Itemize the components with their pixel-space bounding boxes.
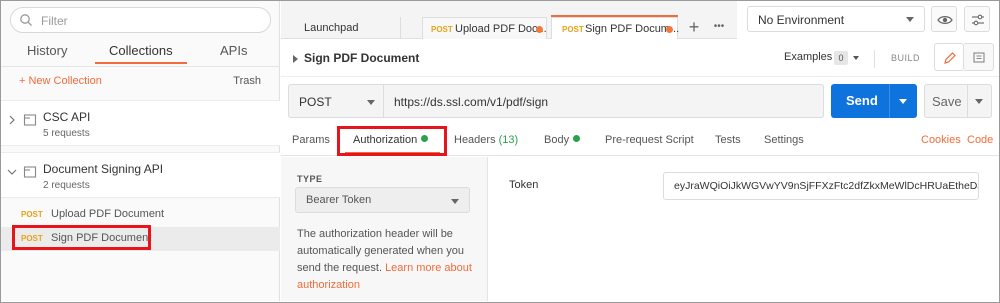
- caret-down-icon: [451, 199, 459, 204]
- sidebar: Filter History Collections APIs + New Co…: [1, 1, 280, 301]
- method-badge: POST: [21, 210, 43, 219]
- request-tab-bar: Launchpad POST Upload PDF Doc... POST Si…: [281, 1, 737, 39]
- more-tabs-button[interactable]: •••: [711, 19, 727, 35]
- url-value: https://ds.ssl.com/v1/pdf/sign: [394, 95, 549, 109]
- tab-upload-pdf[interactable]: POST Upload PDF Doc...: [422, 17, 547, 39]
- sliders-icon: [972, 14, 984, 26]
- request-title-bar: Sign PDF Document Examples 0 BUILD: [281, 40, 999, 77]
- search-icon: [20, 14, 32, 26]
- chevron-right-icon[interactable]: [7, 115, 17, 125]
- environment-value: No Environment: [758, 13, 845, 27]
- type-label: TYPE: [297, 174, 323, 184]
- collection-name: Document Signing API: [43, 162, 164, 176]
- tab-label: Upload PDF Doc...: [455, 23, 547, 35]
- send-button[interactable]: Send: [831, 84, 917, 118]
- active-tab-indicator: [95, 62, 187, 64]
- tab-settings[interactable]: Settings: [764, 134, 804, 146]
- build-label: BUILD: [891, 53, 921, 63]
- tab-body-label: Body: [544, 134, 570, 146]
- filter-placeholder: Filter: [41, 14, 68, 28]
- environment-select[interactable]: No Environment: [747, 6, 925, 32]
- tab-history[interactable]: History: [27, 43, 67, 58]
- active-tab-indicator: [551, 15, 678, 17]
- folder-icon: [23, 114, 37, 126]
- filter-search[interactable]: Filter: [10, 7, 271, 33]
- tab-prerequest-script[interactable]: Pre-request Script: [605, 134, 694, 146]
- caret-down-icon[interactable]: [853, 56, 859, 60]
- divider: [967, 85, 968, 117]
- tab-headers-label: Headers: [454, 134, 496, 146]
- chevron-down-icon[interactable]: [7, 167, 17, 177]
- edit-button[interactable]: [934, 43, 964, 71]
- token-input[interactable]: eyJraWQiOiJkWGVwYV9nSjFFXzFtc2dfZkxMeWlD…: [663, 172, 979, 200]
- method-badge: POST: [431, 25, 453, 34]
- manage-environments-button[interactable]: [964, 6, 990, 32]
- request-title: Sign PDF Document: [304, 51, 420, 65]
- url-input[interactable]: https://ds.ssl.com/v1/pdf/sign: [384, 84, 824, 118]
- expand-caret-icon[interactable]: [293, 55, 298, 63]
- unsaved-dot: [666, 26, 673, 33]
- tab-apis[interactable]: APIs: [220, 43, 247, 58]
- method-value: POST: [299, 95, 332, 109]
- highlight-box: [12, 225, 151, 250]
- pencil-icon: [944, 52, 956, 64]
- comments-button[interactable]: [964, 43, 994, 71]
- collection-name: CSC API: [43, 110, 91, 124]
- auth-type-value: Bearer Token: [306, 194, 372, 206]
- tab-collections[interactable]: Collections: [109, 43, 173, 58]
- tab-tests[interactable]: Tests: [715, 134, 741, 146]
- highlight-box: [337, 126, 447, 156]
- folder-icon: [23, 166, 37, 178]
- save-button[interactable]: Save: [924, 84, 992, 118]
- token-value: eyJraWQiOiJkWGVwYV9nSjFFXzFtc2dfZkxMeWlD…: [674, 180, 979, 192]
- send-label: Send: [846, 93, 878, 108]
- tab-sign-pdf[interactable]: POST Sign PDF Docum...: [551, 17, 679, 39]
- token-label: Token: [509, 179, 539, 191]
- collection-count: 2 requests: [43, 180, 90, 191]
- status-dot: [573, 135, 581, 142]
- examples-count: 0: [834, 51, 848, 65]
- collection-document-signing-api[interactable]: Document Signing API 2 requests: [1, 152, 280, 198]
- method-select[interactable]: POST: [288, 84, 384, 118]
- new-tab-button[interactable]: +: [686, 18, 702, 36]
- caret-down-icon: [367, 100, 375, 105]
- tab-body[interactable]: Body: [544, 134, 581, 146]
- new-collection-button[interactable]: + New Collection: [19, 75, 102, 87]
- headers-count: (13): [498, 134, 519, 146]
- environment-quick-look-button[interactable]: [931, 6, 957, 32]
- unsaved-dot: [536, 26, 543, 33]
- eye-icon: [937, 16, 953, 24]
- request-upload-pdf[interactable]: POST Upload PDF Document: [1, 203, 280, 227]
- request-name: Upload PDF Document: [51, 208, 165, 220]
- auth-description: The authorization header will be automat…: [297, 226, 477, 294]
- cookies-link[interactable]: Cookies: [921, 134, 961, 146]
- auth-type-select[interactable]: Bearer Token: [295, 187, 470, 213]
- tab-headers[interactable]: Headers (13): [454, 134, 518, 146]
- collection-count: 5 requests: [43, 128, 90, 139]
- divider: [874, 50, 875, 68]
- tab-params[interactable]: Params: [292, 134, 330, 146]
- save-options-caret-icon[interactable]: [975, 99, 983, 104]
- examples-dropdown[interactable]: Examples: [784, 51, 832, 63]
- send-options-caret-icon[interactable]: [899, 99, 907, 104]
- auth-type-panel: TYPE Bearer Token The authorization head…: [281, 157, 488, 301]
- method-badge: POST: [562, 25, 584, 34]
- comment-icon: [973, 52, 985, 63]
- tab-launchpad[interactable]: Launchpad: [286, 17, 401, 39]
- trash-link[interactable]: Trash: [233, 75, 261, 87]
- divider: [889, 84, 890, 118]
- tab-label: Launchpad: [304, 22, 359, 34]
- save-label: Save: [932, 94, 962, 109]
- tabs-divider: [1, 66, 280, 67]
- caret-down-icon: [906, 17, 914, 22]
- collection-csc-api[interactable]: CSC API 5 requests: [1, 100, 280, 146]
- code-link[interactable]: Code: [967, 134, 993, 146]
